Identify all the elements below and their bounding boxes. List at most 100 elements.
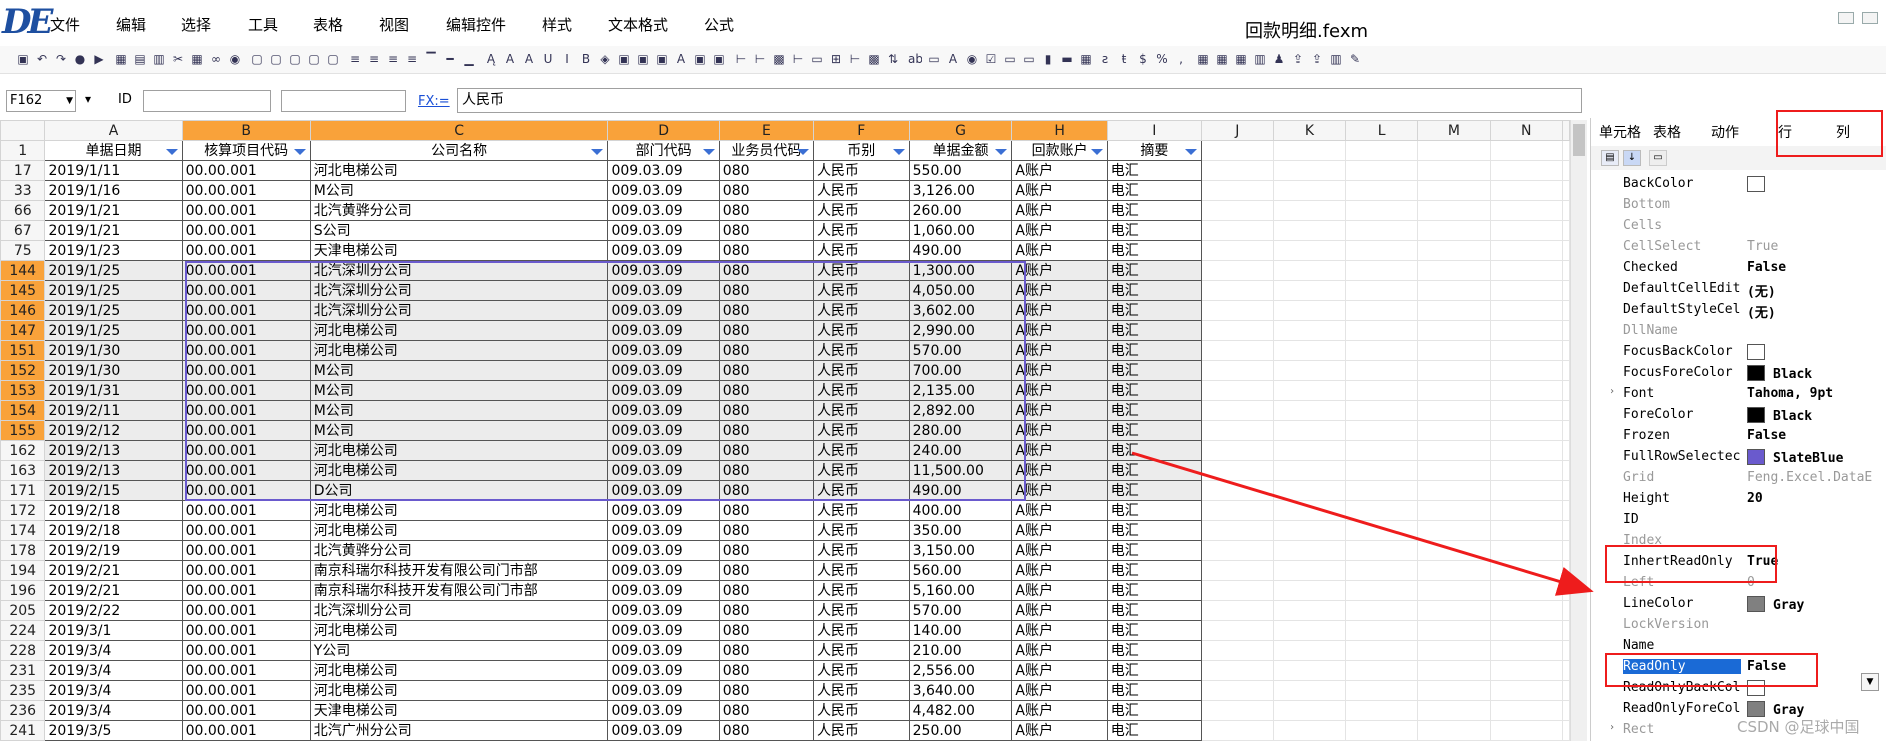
amount-cell[interactable]: 11,500.00: [908, 460, 1013, 481]
empty-cell[interactable]: [1562, 460, 1570, 481]
staff-code-cell[interactable]: 080: [718, 240, 814, 261]
empty-cell[interactable]: [1345, 600, 1419, 621]
account-code-cell[interactable]: 00.00.001: [181, 160, 311, 181]
empty-cell[interactable]: [1417, 680, 1491, 701]
empty-cell[interactable]: [1272, 440, 1347, 461]
property-row[interactable]: DefaultStyleCel (无): [1591, 300, 1886, 321]
link-icon[interactable]: ∞: [209, 51, 223, 67]
company-cell[interactable]: 河北电梯公司: [309, 520, 609, 541]
currency-cell[interactable]: 人民币: [812, 420, 910, 441]
menu-item[interactable]: 公式: [704, 14, 734, 35]
staff-code-cell[interactable]: 080: [718, 200, 814, 221]
percent-icon[interactable]: %: [1155, 51, 1169, 67]
dept-code-cell[interactable]: 009.03.09: [607, 200, 720, 221]
empty-cell[interactable]: [1200, 460, 1274, 481]
empty-cell[interactable]: [1562, 280, 1570, 301]
chart-icon[interactable]: ▥: [1329, 51, 1343, 67]
amount-cell[interactable]: 210.00: [908, 640, 1013, 661]
property-value[interactable]: 0: [1747, 575, 1755, 590]
account-code-cell[interactable]: 00.00.001: [181, 400, 311, 421]
date-cell[interactable]: 2019/3/4: [44, 660, 183, 681]
company-cell[interactable]: 河北电梯公司: [309, 620, 609, 641]
checkbox-icon[interactable]: ☑: [984, 51, 998, 67]
account-code-cell[interactable]: 00.00.001: [181, 520, 311, 541]
empty-cell[interactable]: [1417, 500, 1491, 521]
empty-cell[interactable]: [1345, 720, 1419, 741]
readonly-dropdown-button[interactable]: ▼: [1861, 673, 1879, 691]
amount-cell[interactable]: 3,602.00: [908, 300, 1013, 321]
column-header[interactable]: F: [812, 120, 910, 141]
company-cell[interactable]: M公司: [309, 360, 609, 381]
date-cell[interactable]: 2019/2/12: [44, 420, 183, 441]
payment-account-cell[interactable]: A账户: [1011, 200, 1108, 221]
empty-cell[interactable]: [1417, 720, 1491, 741]
memo-cell[interactable]: 电汇: [1106, 160, 1202, 181]
empty-cell[interactable]: [1489, 520, 1564, 541]
company-cell[interactable]: 北汽黄骅分公司: [309, 200, 609, 221]
company-cell[interactable]: 河北电梯公司: [309, 500, 609, 521]
empty-cell[interactable]: [1489, 180, 1564, 201]
filter-dropdown-icon[interactable]: [702, 149, 715, 155]
doc-icon[interactable]: ▥: [152, 51, 166, 67]
table-row[interactable]: 178 2019/2/19 00.00.001 北汽黄骅分公司 009.03.09 080…: [0, 540, 1570, 561]
empty-cell[interactable]: [1417, 480, 1491, 501]
empty-cell[interactable]: [1489, 340, 1564, 361]
dept-code-cell[interactable]: 009.03.09: [607, 240, 720, 261]
row-header[interactable]: 235: [0, 680, 46, 701]
empty-cell[interactable]: [1345, 240, 1419, 261]
tab-2[interactable]: 动作: [1711, 122, 1739, 142]
tree-icon[interactable]: ⊢: [791, 51, 805, 67]
empty-cell[interactable]: [1417, 240, 1491, 261]
dept-code-cell[interactable]: 009.03.09: [607, 180, 720, 201]
empty-cell[interactable]: [1345, 460, 1419, 481]
align-center-icon[interactable]: ≡: [367, 51, 381, 67]
row-header[interactable]: 224: [0, 620, 46, 641]
payment-account-cell[interactable]: A账户: [1011, 640, 1108, 661]
company-cell[interactable]: S公司: [309, 220, 609, 241]
date-cell[interactable]: 2019/1/11: [44, 160, 183, 181]
row-header[interactable]: 147: [0, 320, 46, 341]
border-icon[interactable]: ▢: [269, 51, 283, 67]
column-header[interactable]: I: [1106, 120, 1202, 141]
empty-cell[interactable]: [1200, 200, 1274, 221]
currency-cell[interactable]: 人民币: [812, 220, 910, 241]
row-header[interactable]: 75: [0, 240, 46, 261]
date-cell[interactable]: 2019/2/11: [44, 400, 183, 421]
date-cell[interactable]: 2019/1/16: [44, 180, 183, 201]
property-pages-icon[interactable]: ▭: [1649, 150, 1667, 166]
row-header[interactable]: 17: [0, 160, 46, 181]
dept-code-cell[interactable]: 009.03.09: [607, 280, 720, 301]
image-icon[interactable]: ▣: [617, 51, 631, 67]
staff-code-cell[interactable]: 080: [718, 180, 814, 201]
currency-cell[interactable]: 人民币: [812, 640, 910, 661]
dept-code-cell[interactable]: 009.03.09: [607, 220, 720, 241]
company-cell[interactable]: 南京科瑞尔科技开发有限公司门市部: [309, 580, 609, 601]
currency-cell[interactable]: 人民币: [812, 160, 910, 181]
empty-cell[interactable]: [1345, 260, 1419, 281]
memo-cell[interactable]: 电汇: [1106, 340, 1202, 361]
empty-cell[interactable]: [1200, 140, 1274, 161]
payment-account-cell[interactable]: A账户: [1011, 660, 1108, 681]
staff-code-cell[interactable]: 080: [718, 720, 814, 741]
tab-4[interactable]: 列: [1836, 122, 1850, 142]
company-cell[interactable]: 河北电梯公司: [309, 680, 609, 701]
memo-cell[interactable]: 电汇: [1106, 500, 1202, 521]
font-grow-icon[interactable]: A: [503, 51, 517, 67]
payment-account-cell[interactable]: A账户: [1011, 260, 1108, 281]
empty-cell[interactable]: [1562, 160, 1570, 181]
font-icon[interactable]: Ą: [484, 51, 498, 67]
account-code-cell[interactable]: 00.00.001: [181, 600, 311, 621]
company-cell[interactable]: M公司: [309, 380, 609, 401]
thousands-icon[interactable]: ,: [1174, 51, 1188, 67]
empty-cell[interactable]: [1272, 640, 1347, 661]
empty-cell[interactable]: [1417, 340, 1491, 361]
empty-cell[interactable]: [1200, 520, 1274, 541]
property-value[interactable]: Black: [1747, 365, 1812, 382]
account-code-cell[interactable]: 00.00.001: [181, 560, 311, 581]
row-header[interactable]: 66: [0, 200, 46, 221]
empty-cell[interactable]: [1345, 220, 1419, 241]
dept-code-cell[interactable]: 009.03.09: [607, 660, 720, 681]
empty-cell[interactable]: [1345, 680, 1419, 701]
currency-cell[interactable]: 人民币: [812, 620, 910, 641]
staff-code-cell[interactable]: 080: [718, 700, 814, 721]
